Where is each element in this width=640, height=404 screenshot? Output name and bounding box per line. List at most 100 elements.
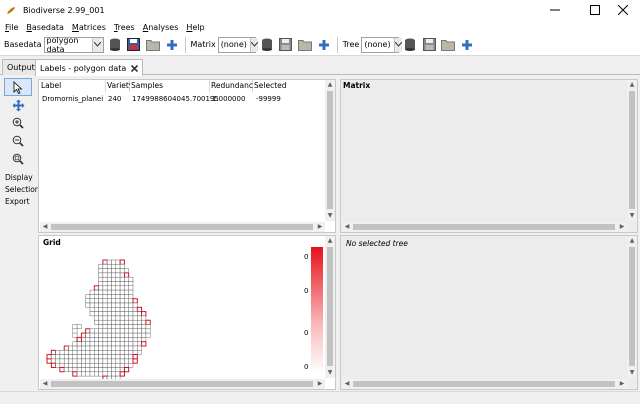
grid-cell[interactable] (137, 315, 142, 321)
grid-cell[interactable] (106, 367, 112, 373)
grid-cell[interactable] (98, 345, 104, 351)
grid-cell[interactable] (102, 311, 108, 317)
grid-cell[interactable] (63, 350, 69, 355)
grid-cell[interactable] (115, 341, 121, 347)
grid-cell[interactable] (132, 358, 138, 364)
grid-cell[interactable] (89, 307, 95, 312)
grid-cell[interactable] (102, 362, 108, 368)
menu-analyses[interactable]: Analyses (143, 23, 179, 32)
close-button[interactable] (606, 0, 640, 20)
grid-cell[interactable] (89, 328, 95, 334)
grid-cell[interactable] (115, 362, 121, 368)
grid-cell[interactable] (119, 302, 125, 308)
grid-map[interactable] (39, 236, 337, 391)
grid-cell[interactable] (124, 345, 129, 351)
grid-cell[interactable] (68, 367, 74, 373)
grid-cell[interactable] (119, 268, 125, 274)
grid-cell[interactable] (119, 281, 125, 287)
grid-cell[interactable] (128, 345, 134, 351)
grid-cell[interactable] (102, 259, 108, 265)
grid-cell[interactable] (124, 358, 129, 364)
grid-cell[interactable] (89, 298, 95, 304)
col-header-redundancy[interactable]: Redundancy (210, 80, 257, 92)
grid-cell[interactable] (76, 367, 82, 373)
grid-cell[interactable] (106, 324, 112, 330)
col-header-variety[interactable]: Variety (106, 80, 133, 92)
grid-cell[interactable] (94, 289, 99, 295)
grid-cell[interactable] (132, 354, 138, 360)
grid-cell[interactable] (89, 345, 95, 351)
grid-cell[interactable] (115, 319, 121, 325)
grid-cell[interactable] (81, 350, 86, 355)
grid-cell[interactable] (68, 362, 74, 368)
grid-cell[interactable] (89, 302, 95, 308)
grid-cell[interactable] (132, 311, 138, 317)
grid-cell[interactable] (98, 332, 104, 338)
grid-cell[interactable] (102, 371, 108, 377)
grid-cell[interactable] (102, 332, 108, 338)
basedata-select[interactable]: polygon data (43, 36, 104, 54)
pan-tool-button[interactable] (4, 96, 32, 114)
grid-cell[interactable] (106, 298, 112, 304)
grid-cell[interactable] (106, 371, 112, 377)
grid-cell[interactable] (119, 315, 125, 321)
grid-cell[interactable] (55, 358, 61, 364)
grid-cell[interactable] (115, 354, 121, 360)
scroll-thumb[interactable] (51, 381, 313, 387)
scroll-right-icon[interactable]: ▶ (617, 379, 627, 389)
grid-cell[interactable] (76, 341, 82, 347)
grid-cell[interactable] (98, 324, 104, 330)
display-menu[interactable]: Display (2, 172, 36, 184)
grid-cell[interactable] (119, 319, 125, 325)
grid-cell[interactable] (68, 354, 74, 360)
grid-cell[interactable] (123, 272, 130, 278)
grid-cell[interactable] (55, 362, 61, 368)
grid-cell[interactable] (59, 367, 65, 373)
grid-cell[interactable] (111, 350, 117, 355)
grid-cell[interactable] (94, 371, 99, 377)
grid-cell[interactable] (102, 264, 108, 269)
grid-cell[interactable] (63, 345, 69, 351)
grid-cell[interactable] (81, 345, 86, 351)
grid-cell[interactable] (94, 332, 99, 338)
grid-cell[interactable] (106, 307, 112, 312)
grid-cell[interactable] (115, 345, 121, 351)
grid-cell[interactable] (89, 294, 95, 299)
matrix-save-button[interactable] (278, 37, 294, 53)
grid-cell[interactable] (89, 337, 95, 342)
scroll-right-icon[interactable]: ▶ (617, 222, 627, 232)
grid-cell[interactable] (111, 328, 117, 334)
grid-cell[interactable] (94, 354, 99, 360)
grid-cell[interactable] (89, 341, 95, 347)
grid-vscroll[interactable]: ▲ ▼ (325, 236, 335, 378)
grid-cell[interactable] (98, 341, 104, 347)
grid-cell[interactable] (89, 362, 95, 368)
grid-cell[interactable] (98, 302, 104, 308)
grid-cell[interactable] (102, 307, 108, 312)
grid-cell[interactable] (124, 276, 129, 282)
grid-cell[interactable] (94, 367, 99, 373)
grid-cell[interactable] (124, 341, 129, 347)
grid-cell[interactable] (111, 289, 117, 295)
grid-cell[interactable] (81, 341, 86, 347)
grid-cell[interactable] (119, 367, 125, 373)
grid-cell[interactable] (94, 298, 99, 304)
grid-cell[interactable] (111, 315, 117, 321)
grid-cell[interactable] (132, 302, 138, 308)
grid-cell[interactable] (81, 371, 86, 377)
grid-cell[interactable] (128, 354, 134, 360)
grid-cell[interactable] (111, 302, 117, 308)
grid-cell[interactable] (85, 337, 91, 342)
grid-cell[interactable] (72, 358, 78, 364)
scroll-left-icon[interactable]: ◀ (342, 379, 352, 389)
grid-cell[interactable] (94, 345, 99, 351)
grid-cell[interactable] (59, 350, 65, 355)
scroll-thumb[interactable] (629, 91, 635, 209)
grid-cell[interactable] (115, 324, 121, 330)
grid-cell[interactable] (68, 345, 74, 351)
grid-cell[interactable] (128, 362, 134, 368)
grid-cell[interactable] (85, 350, 91, 355)
grid-cell[interactable] (102, 367, 108, 373)
grid-cell[interactable] (85, 332, 91, 338)
basedata-save-button[interactable] (126, 37, 142, 53)
